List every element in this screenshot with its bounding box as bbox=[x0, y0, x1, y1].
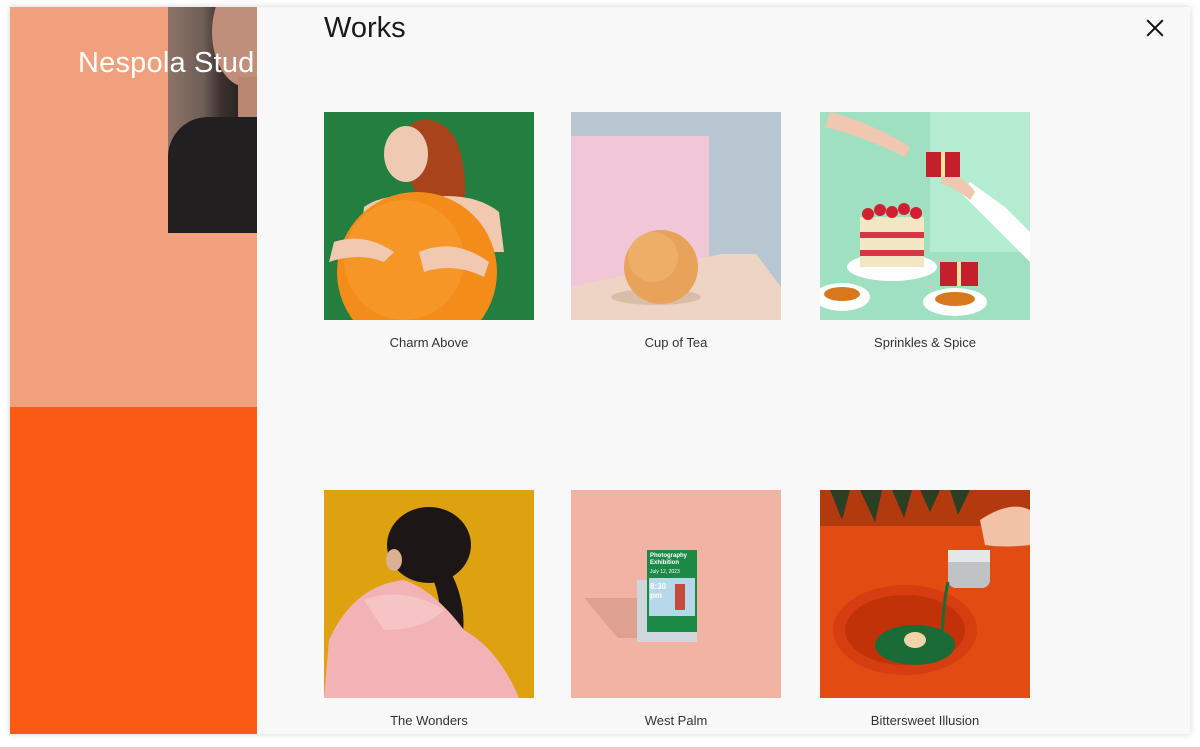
work-card-west-palm[interactable]: Photography Exhibition July 12, 2023 8:3… bbox=[571, 490, 781, 728]
poster-time: 8:30 pm bbox=[650, 582, 667, 600]
poster-figure bbox=[675, 584, 685, 610]
work-card-the-wonders[interactable]: The Wonders bbox=[324, 490, 534, 728]
orange-block bbox=[10, 407, 257, 734]
work-title[interactable]: Charm Above bbox=[324, 335, 534, 350]
close-icon[interactable] bbox=[1144, 17, 1166, 39]
work-title[interactable]: Cup of Tea bbox=[571, 335, 781, 350]
poster-date: July 12, 2023 bbox=[650, 569, 680, 575]
overlay-title: Works bbox=[324, 12, 406, 44]
work-thumbnail[interactable] bbox=[324, 112, 534, 320]
works-overlay: Works Charm Above Cup of Tea Sprinkles &… bbox=[257, 7, 1190, 734]
work-title[interactable]: Sprinkles & Spice bbox=[820, 335, 1030, 350]
work-card-sprinkles-spice[interactable]: Sprinkles & Spice bbox=[820, 112, 1030, 350]
work-thumbnail[interactable] bbox=[820, 112, 1030, 320]
work-title[interactable]: West Palm bbox=[571, 713, 781, 728]
work-title[interactable]: Bittersweet Illusion bbox=[820, 713, 1030, 728]
work-card-cup-of-tea[interactable]: Cup of Tea bbox=[571, 112, 781, 350]
background-hero: Nespola Stud bbox=[10, 7, 257, 734]
work-thumbnail[interactable] bbox=[820, 490, 1030, 698]
work-card-charm-above[interactable]: Charm Above bbox=[324, 112, 534, 350]
work-thumbnail[interactable] bbox=[324, 490, 534, 698]
exhibition-poster: Photography Exhibition July 12, 2023 8:3… bbox=[647, 550, 697, 632]
poster-heading: Photography Exhibition bbox=[650, 553, 687, 566]
portrait-photo bbox=[168, 7, 257, 233]
work-card-bittersweet-illusion[interactable]: Bittersweet Illusion bbox=[820, 490, 1030, 728]
work-thumbnail[interactable] bbox=[571, 112, 781, 320]
browser-viewport: Nespola Stud Works Charm Above Cup of Te… bbox=[10, 7, 1190, 734]
studio-logo-text[interactable]: Nespola Stud bbox=[78, 47, 255, 80]
work-title[interactable]: The Wonders bbox=[324, 713, 534, 728]
work-thumbnail[interactable]: Photography Exhibition July 12, 2023 8:3… bbox=[571, 490, 781, 698]
